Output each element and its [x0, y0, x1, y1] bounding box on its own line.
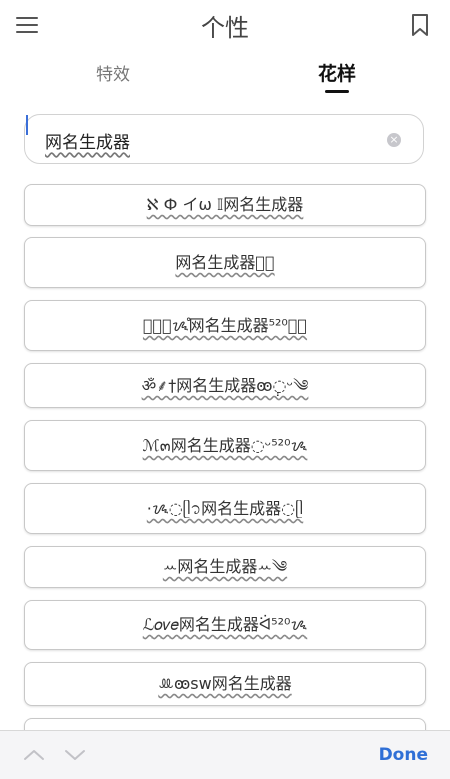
result-list: ℵ Ф イω 𝕀网名生成器 网名生成器ঌ゚ ꪶꪾ͛ᝰ̊网名生成器⁵²⁰ꪾ͛ ॐ⸙…	[0, 0, 450, 730]
result-item[interactable]: ॐ⸙†网名生成器ꙭ݄◌ᵕ༄	[24, 363, 426, 408]
result-text: ꔛꙭsw网名生成器	[158, 674, 292, 693]
result-item[interactable]: ℒ𝑜𝑣𝑒网名生成器ᐛ⁵²⁰ᝰ	[24, 600, 426, 650]
result-text: ·ᝰ◌ᥫ᭡网名生成器◌ᥫ	[146, 499, 304, 518]
chevron-up-icon[interactable]	[22, 745, 46, 765]
text-caret	[26, 115, 28, 135]
result-item-partial[interactable]	[24, 718, 426, 730]
result-text: ℒ𝑜𝑣𝑒网名生成器ᐛ⁵²⁰ᝰ	[142, 615, 308, 634]
result-item[interactable]: ℵ Ф イω 𝕀网名生成器	[24, 184, 426, 226]
result-item[interactable]: ꔛꙭsw网名生成器	[24, 662, 426, 706]
result-text: ꪶꪾ͛ᝰ̊网名生成器⁵²⁰ꪾ͛	[142, 316, 308, 335]
header: 个性	[0, 0, 450, 50]
name-input[interactable]: 网名生成器 ×	[24, 114, 424, 164]
result-item[interactable]: ꕀ网名生成器ꕀ༄	[24, 546, 426, 588]
result-item[interactable]: ꪶꪾ͛ᝰ̊网名生成器⁵²⁰ꪾ͛	[24, 300, 426, 351]
result-text: 网名生成器ঌ゚	[175, 253, 275, 272]
result-text: ꕀ网名生成器ꕀ༄	[162, 557, 288, 576]
tab-effects[interactable]: 特效	[96, 60, 130, 85]
result-text: ℳ๓网名生成器◌ᵕ⁵²⁰ᝰ	[142, 436, 308, 455]
clear-icon[interactable]: ×	[387, 133, 401, 147]
result-item[interactable]: ℳ๓网名生成器◌ᵕ⁵²⁰ᝰ	[24, 420, 426, 471]
keyboard-toolbar: Done	[0, 730, 450, 779]
result-item[interactable]: 网名生成器ঌ゚	[24, 237, 426, 288]
tab-fancy[interactable]: 花样	[318, 59, 356, 86]
tab-indicator	[325, 90, 349, 93]
result-text: ॐ⸙†网名生成器ꙭ݄◌ᵕ༄	[141, 376, 309, 395]
input-value: 网名生成器	[45, 133, 130, 153]
bookmark-icon[interactable]	[408, 12, 432, 38]
page-title: 个性	[201, 14, 249, 42]
done-button[interactable]: Done	[379, 745, 428, 765]
result-item[interactable]: ·ᝰ◌ᥫ᭡网名生成器◌ᥫ	[24, 483, 426, 534]
chevron-down-icon[interactable]	[63, 745, 87, 765]
page: ℵ Ф イω 𝕀网名生成器 网名生成器ঌ゚ ꪶꪾ͛ᝰ̊网名生成器⁵²⁰ꪾ͛ ॐ⸙…	[0, 0, 450, 779]
result-text: ℵ Ф イω 𝕀网名生成器	[146, 195, 304, 214]
